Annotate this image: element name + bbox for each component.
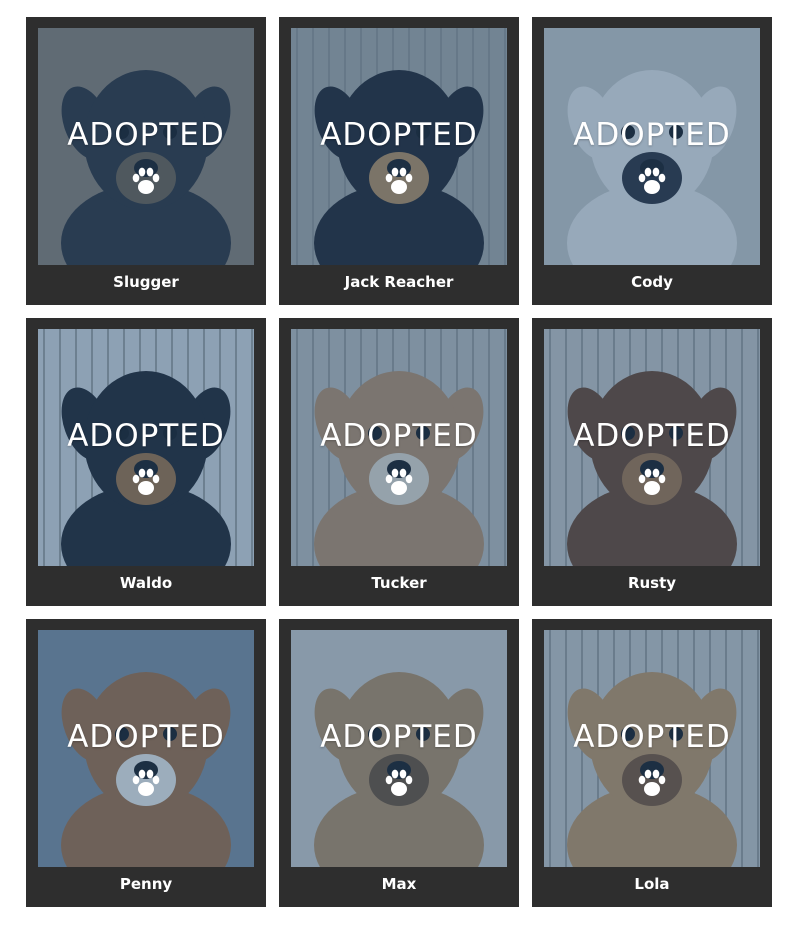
pet-photo: ADOPTED	[544, 329, 760, 566]
adopted-label: ADOPTED	[320, 117, 478, 153]
adopted-label: ADOPTED	[67, 117, 225, 153]
pet-photo: ADOPTED	[291, 28, 507, 265]
pet-card-lola[interactable]: ADOPTED Lola	[532, 619, 772, 907]
pet-name: Slugger	[113, 273, 179, 291]
adopted-label: ADOPTED	[67, 418, 225, 454]
pet-name: Cody	[631, 273, 673, 291]
pet-name: Lola	[634, 875, 670, 893]
pet-name: Tucker	[371, 574, 427, 592]
pet-card-slugger[interactable]: ADOPTED Slugger	[26, 17, 266, 305]
pet-name: Penny	[119, 875, 173, 893]
adopted-label: ADOPTED	[573, 418, 731, 454]
pet-card-waldo[interactable]: ADOPTED Waldo	[26, 318, 266, 606]
paw-print-icon	[385, 769, 413, 796]
paw-print-icon	[132, 468, 160, 495]
pet-photo: ADOPTED	[38, 329, 254, 566]
adopted-pets-grid: ADOPTED Slugger ADOPTED Jack Reacher ADO…	[26, 17, 772, 907]
pet-name: Waldo	[119, 574, 173, 592]
pet-card-max[interactable]: ADOPTED Max	[279, 619, 519, 907]
paw-print-icon	[385, 167, 413, 194]
pet-card-penny[interactable]: ADOPTED Penny	[26, 619, 266, 907]
pet-photo: ADOPTED	[38, 630, 254, 867]
paw-print-icon	[638, 769, 666, 796]
pet-photo: ADOPTED	[291, 630, 507, 867]
pet-name: Max	[381, 875, 417, 893]
pet-name: Rusty	[627, 574, 677, 592]
pet-card-tucker[interactable]: ADOPTED Tucker	[279, 318, 519, 606]
pet-card-cody[interactable]: ADOPTED Cody	[532, 17, 772, 305]
paw-print-icon	[385, 468, 413, 495]
paw-print-icon	[132, 769, 160, 796]
adopted-label: ADOPTED	[573, 719, 731, 755]
pet-name: Jack Reacher	[344, 273, 454, 291]
adopted-label: ADOPTED	[320, 719, 478, 755]
paw-print-icon	[638, 167, 666, 194]
paw-print-icon	[132, 167, 160, 194]
adopted-label: ADOPTED	[573, 117, 731, 153]
pet-card-jack-reacher[interactable]: ADOPTED Jack Reacher	[279, 17, 519, 305]
pet-card-rusty[interactable]: ADOPTED Rusty	[532, 318, 772, 606]
adopted-label: ADOPTED	[320, 418, 478, 454]
pet-photo: ADOPTED	[38, 28, 254, 265]
adopted-label: ADOPTED	[67, 719, 225, 755]
pet-photo: ADOPTED	[291, 329, 507, 566]
paw-print-icon	[638, 468, 666, 495]
pet-photo: ADOPTED	[544, 630, 760, 867]
pet-photo: ADOPTED	[544, 28, 760, 265]
